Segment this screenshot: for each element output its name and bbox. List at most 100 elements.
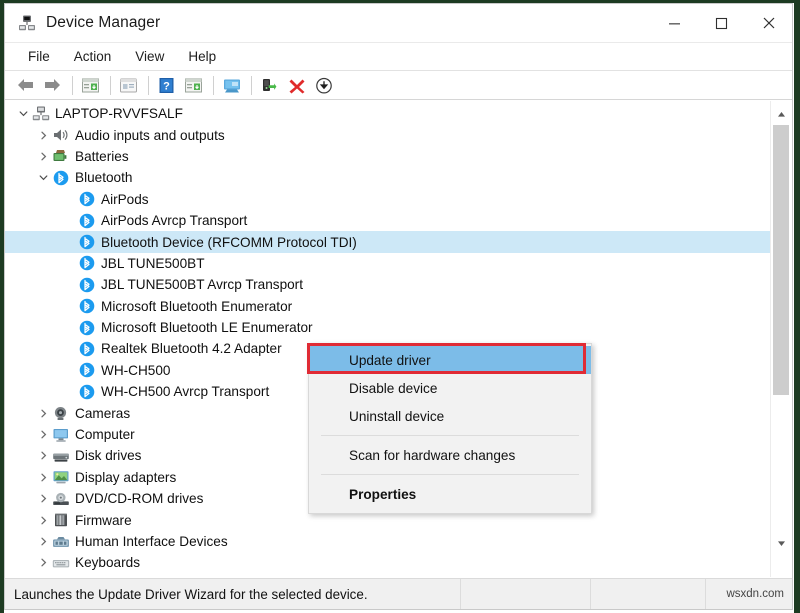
chevron-right-icon[interactable] bbox=[35, 409, 51, 418]
update-driver-icon[interactable] bbox=[116, 73, 141, 97]
tree-item-label: Keyboards bbox=[75, 555, 140, 571]
back-icon[interactable] bbox=[13, 73, 38, 97]
forward-icon[interactable] bbox=[40, 73, 65, 97]
chevron-right-icon[interactable] bbox=[35, 537, 51, 546]
chevron-down-icon[interactable] bbox=[35, 173, 51, 182]
chevron-right-icon[interactable] bbox=[35, 152, 51, 161]
disable-device-icon[interactable] bbox=[311, 73, 336, 97]
camera-icon bbox=[51, 405, 70, 422]
tree-item[interactable]: Bluetooth bbox=[5, 167, 770, 188]
tree-item-label: Display adapters bbox=[75, 469, 177, 485]
menu-file[interactable]: File bbox=[17, 46, 61, 68]
properties-icon[interactable] bbox=[78, 73, 103, 97]
chevron-right-icon[interactable] bbox=[35, 494, 51, 503]
chevron-right-icon[interactable] bbox=[35, 451, 51, 460]
device-manager-window: Device Manager File Action View Help ? L… bbox=[4, 3, 793, 610]
device-manager-icon bbox=[18, 14, 36, 32]
disk-icon bbox=[51, 447, 70, 464]
tree-item[interactable]: Microsoft Bluetooth Enumerator bbox=[5, 296, 770, 317]
maximize-button[interactable] bbox=[698, 4, 745, 42]
scroll-down-icon[interactable] bbox=[771, 533, 791, 553]
window-controls bbox=[651, 4, 792, 42]
tree-item-selected[interactable]: Bluetooth Device (RFCOMM Protocol TDI) bbox=[5, 231, 770, 253]
tree-item-label: Human Interface Devices bbox=[75, 534, 228, 549]
status-divider bbox=[705, 579, 706, 609]
page-edge-right bbox=[794, 0, 800, 613]
chevron-right-icon[interactable] bbox=[35, 516, 51, 525]
hid-icon bbox=[51, 533, 70, 550]
tree-item-label: Microsoft Bluetooth LE Enumerator bbox=[101, 320, 313, 336]
tree-item[interactable]: JBL TUNE500BT Avrcp Transport bbox=[5, 274, 770, 295]
toolbar-separator bbox=[110, 75, 111, 95]
chevron-right-icon[interactable] bbox=[35, 131, 51, 140]
computer-root-icon bbox=[31, 105, 50, 122]
tree-item-label: LAPTOP-RVVFSALF bbox=[55, 106, 183, 122]
tree-item[interactable]: Microsoft Bluetooth LE Enumerator bbox=[5, 317, 770, 338]
context-menu[interactable]: Update driver Disable device Uninstall dev… bbox=[308, 343, 592, 514]
tree-item-label: Disk drives bbox=[75, 448, 142, 464]
chevron-right-icon[interactable] bbox=[35, 473, 51, 482]
tree-item-label: Realtek Bluetooth 4.2 Adapter bbox=[101, 341, 282, 357]
minimize-button[interactable] bbox=[651, 4, 698, 42]
tree-item[interactable]: AirPods bbox=[5, 189, 770, 210]
bluetooth-icon bbox=[77, 362, 96, 379]
close-button[interactable] bbox=[745, 4, 792, 42]
tree-item-label: Bluetooth bbox=[75, 170, 133, 186]
scan-hardware-changes-icon[interactable] bbox=[219, 73, 244, 97]
context-menu-item-disable-device[interactable]: Disable device bbox=[309, 374, 591, 402]
chevron-right-icon[interactable] bbox=[35, 430, 51, 439]
tree-item[interactable]: Keyboards bbox=[5, 552, 770, 573]
tree-item[interactable]: Human Interface Devices bbox=[5, 531, 770, 552]
tree-item-label: Microsoft Bluetooth Enumerator bbox=[101, 298, 293, 314]
dvd-icon bbox=[51, 490, 70, 507]
chevron-right-icon[interactable] bbox=[35, 558, 51, 567]
bluetooth-icon bbox=[77, 383, 96, 400]
bluetooth-icon bbox=[77, 276, 96, 293]
help-icon[interactable]: ? bbox=[154, 73, 179, 97]
status-text: Launches the Update Driver Wizard for th… bbox=[14, 586, 368, 602]
firmware-icon bbox=[51, 512, 70, 529]
status-bar: Launches the Update Driver Wizard for th… bbox=[5, 578, 792, 609]
tree-item-label: WH-CH500 bbox=[101, 362, 171, 378]
context-menu-item-uninstall-device[interactable]: Uninstall device bbox=[309, 402, 591, 430]
uninstall-device-icon[interactable] bbox=[284, 73, 309, 97]
scroll-up-icon[interactable] bbox=[771, 104, 791, 124]
monitor-icon bbox=[51, 426, 70, 443]
status-divider bbox=[460, 579, 461, 609]
context-menu-item-update-driver[interactable]: Update driver bbox=[309, 346, 591, 374]
menu-separator bbox=[321, 435, 579, 436]
speaker-icon bbox=[51, 127, 70, 144]
toolbar-separator bbox=[213, 75, 214, 95]
watermark: wsxdn.com bbox=[726, 588, 784, 600]
window-title: Device Manager bbox=[46, 14, 161, 31]
show-hidden-devices-icon[interactable] bbox=[181, 73, 206, 97]
menu-view[interactable]: View bbox=[124, 46, 175, 68]
keyboard-icon bbox=[51, 554, 70, 571]
tree-item-label: WH-CH500 Avrcp Transport bbox=[101, 384, 270, 400]
tree-item-label: Firmware bbox=[75, 512, 132, 528]
context-menu-item-scan-for-hardware-changes[interactable]: Scan for hardware changes bbox=[309, 441, 591, 469]
context-menu-item-properties[interactable]: Properties bbox=[309, 480, 591, 508]
tree-item-label: Batteries bbox=[75, 148, 129, 164]
toolbar-separator bbox=[148, 75, 149, 95]
scrollbar-thumb[interactable] bbox=[773, 125, 789, 395]
tree-item[interactable]: AirPods Avrcp Transport bbox=[5, 210, 770, 231]
battery-icon bbox=[51, 148, 70, 165]
chevron-down-icon[interactable] bbox=[15, 109, 31, 118]
bluetooth-icon bbox=[77, 234, 96, 251]
tree-item[interactable]: JBL TUNE500BT bbox=[5, 253, 770, 274]
tree-item-label: AirPods Avrcp Transport bbox=[101, 213, 248, 229]
enable-device-icon[interactable] bbox=[257, 73, 282, 97]
tree-item[interactable]: LAPTOP-RVVFSALF bbox=[5, 103, 770, 124]
tree-item[interactable]: Batteries bbox=[5, 146, 770, 167]
tree-item[interactable]: Audio inputs and outputs bbox=[5, 124, 770, 145]
vertical-scrollbar[interactable] bbox=[770, 101, 791, 577]
bluetooth-icon bbox=[51, 169, 70, 186]
menu-separator bbox=[321, 474, 579, 475]
tree-item-label: Audio inputs and outputs bbox=[75, 127, 225, 143]
menu-help[interactable]: Help bbox=[177, 46, 227, 68]
menu-action[interactable]: Action bbox=[63, 46, 123, 68]
tree-item-label: Cameras bbox=[75, 405, 131, 421]
bluetooth-icon bbox=[77, 212, 96, 229]
bluetooth-icon bbox=[77, 191, 96, 208]
